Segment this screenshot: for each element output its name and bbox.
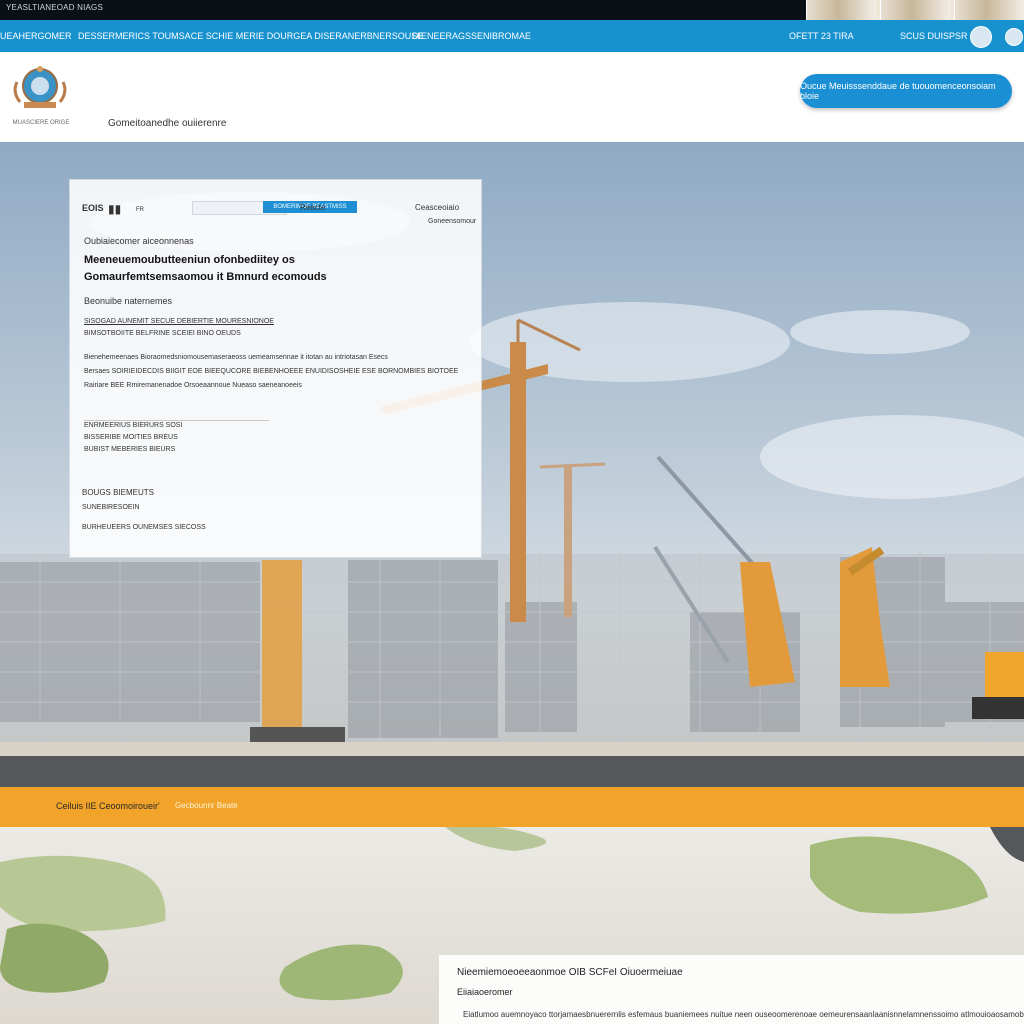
nav-link-3[interactable]: DIENEERAGSSENIBROMAE bbox=[412, 31, 531, 41]
nav-link-1[interactable]: UEAHERGOMER bbox=[0, 31, 72, 41]
breadcrumb[interactable]: Gomeitoanedhe ouiierenre bbox=[108, 118, 226, 129]
panel-subhead: Beonuibe naternemes bbox=[84, 296, 173, 306]
thumbnail-3[interactable] bbox=[954, 0, 1024, 20]
headline-line-2: Gomaurfemtsemsaomou it Bmnurd ecomouds bbox=[84, 271, 327, 283]
panel-list-item-3[interactable]: BUBIST MEBERIES BIEURS bbox=[84, 446, 175, 453]
site-header: MUASCIERE ORIGE Gomeitoanedhe ouiierenre… bbox=[0, 52, 1024, 142]
headline-line-1: Meeneuemoubutteeniun ofonbediitey os bbox=[84, 254, 295, 266]
panel-line-1[interactable]: SISOGAD AUNEMIT SECUE DEBIERTIE MOURESNI… bbox=[84, 318, 274, 325]
user-icon[interactable] bbox=[970, 26, 992, 48]
panel-line-2: BIMSOTBOIITE BELFRINE SCEIEI BINO OEUDS bbox=[84, 330, 241, 337]
panel-meta: Ceasceoiaio bbox=[415, 203, 460, 212]
info-card-body: Eiatlumoo auemnoyaco ttorjamaesbnuerernl… bbox=[463, 1010, 1024, 1019]
panel-list-item-1[interactable]: ENRMEERIUS BIERURS SOSI bbox=[84, 422, 182, 429]
coat-of-arms-icon[interactable] bbox=[10, 64, 70, 112]
info-card-title: Nieemiemoeoeeaonmoe OIB SCFeI Oiuoermeiu… bbox=[457, 967, 683, 978]
panel-tab-left[interactable]: EOIS bbox=[82, 203, 104, 213]
nav-link-4[interactable]: OFETT 23 TIRA bbox=[789, 31, 854, 41]
band-title[interactable]: Ceiluis IIE Ceoomoiroueir' bbox=[56, 801, 160, 811]
panel-headline: Meeneuemoubutteeniun ofonbediitey os Gom… bbox=[84, 252, 327, 286]
seal-caption: MUASCIERE ORIGE bbox=[12, 120, 70, 126]
panel-meta-2: Goneensomour bbox=[428, 218, 477, 225]
panel-line-4: Bersaes SOIRIEIDECDIS BIIGIT EOE BIEEQUC… bbox=[84, 368, 459, 375]
nav-link-2[interactable]: DESSERMERICS TOUMSACE SCHIE MERIE DOURGE… bbox=[78, 31, 423, 41]
info-card: Nieemiemoeoeeaonmoe OIB SCFeI Oiuoermeiu… bbox=[439, 955, 1024, 1024]
panel-list-item-2[interactable]: BISSERIBE MOITIES BREUS bbox=[84, 434, 178, 441]
overlay-info-panel: EOIS ▮▮ FR BOMERIMOE BEASTMISS Reacte Ce… bbox=[70, 180, 481, 557]
thumbnail-strip[interactable] bbox=[806, 0, 1024, 20]
panel-line-3: Bienehemeenaes Bioraomedsniomousemaserae… bbox=[84, 354, 388, 361]
main-nav-bar: UEAHERGOMER DESSERMERICS TOUMSACE SCHIE … bbox=[0, 20, 1024, 52]
band-link[interactable]: Gecbounnr Beate bbox=[175, 801, 238, 810]
cta-button[interactable]: Oucue Meuisssenddaue de tuouomenceonsoia… bbox=[800, 74, 1012, 108]
thumbnail-1[interactable] bbox=[806, 0, 876, 20]
panel-kicker: Oubiaiecomer aiceonnenas bbox=[84, 236, 194, 246]
panel-footer-3: BURHEUEERS OUNEMSES SIECOSS bbox=[82, 524, 206, 531]
panel-footer-1: BOUGS BIEMEUTS bbox=[82, 488, 155, 497]
bar-chart-icon: ▮▮ bbox=[108, 202, 122, 216]
panel-tab-mid[interactable]: FR bbox=[136, 207, 144, 213]
nav-link-5[interactable]: SCUS DUISPSR bbox=[900, 31, 968, 41]
panel-line-5: Rairiare BEE Rmiremanenadoe Orsoeaannoue… bbox=[84, 382, 302, 389]
menu-icon[interactable] bbox=[1005, 28, 1023, 46]
info-card-subtitle: Eiiaiaoeromer bbox=[457, 987, 513, 997]
panel-footer-2: SUNEBIRESOEIN bbox=[82, 504, 140, 511]
thumbnail-2[interactable] bbox=[880, 0, 950, 20]
top-utility-bar: YEASLTIANEOAD NIAGS bbox=[0, 0, 1024, 20]
orange-band: Ceiluis IIE Ceoomoiroueir' Gecbounnr Bea… bbox=[0, 787, 1024, 827]
topbar-label: YEASLTIANEOAD NIAGS bbox=[6, 3, 104, 12]
panel-divider bbox=[84, 420, 269, 421]
panel-tab-right[interactable]: Reacte bbox=[300, 203, 325, 212]
